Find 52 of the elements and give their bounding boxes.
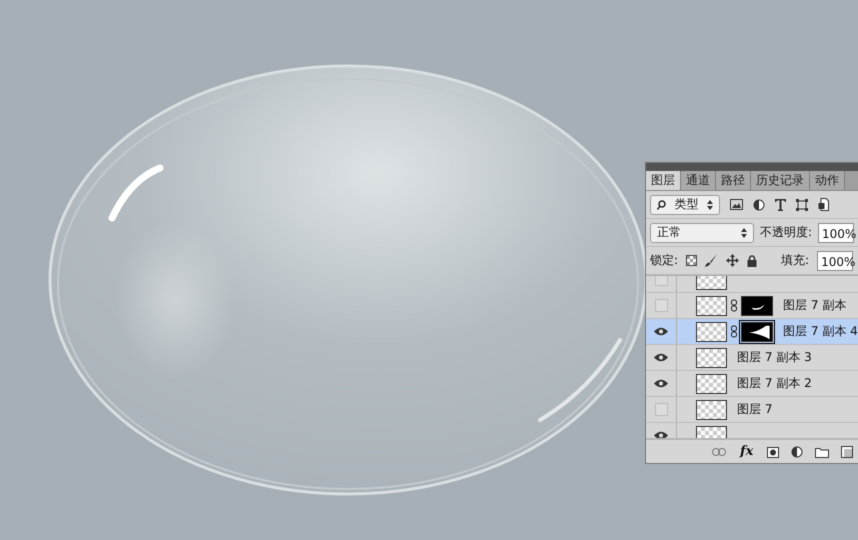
layer-thumbnail [696,400,727,420]
fill-field[interactable]: 100% [817,250,854,270]
smart-object-filter-icon[interactable] [818,198,829,211]
layer-row[interactable]: 图层 7 [646,397,858,423]
panel-tab[interactable]: 通道 [681,171,716,190]
chain-link-icon[interactable] [730,299,738,312]
lock-label: 锁定: [650,252,678,269]
image-filter-icon[interactable] [730,199,743,210]
eye-icon[interactable] [654,379,668,388]
fill-label: 填充: [781,252,810,269]
link-icon[interactable] [712,448,726,456]
brush-icon[interactable] [705,254,718,267]
layer-name: 图层 7 副本 2 [737,375,812,392]
new-layer-icon[interactable] [841,446,854,458]
lock-transparency-icon[interactable] [686,255,698,266]
up-down-caret-icon [707,200,713,210]
layer-thumbnail [696,296,727,316]
adjustment-layer-icon[interactable] [791,446,804,458]
layer-name: 图层 7 [737,401,772,418]
layer-thumbnail [696,374,727,394]
eye-icon[interactable] [654,353,668,362]
layer-name: 图层 7 副本 4 [783,323,858,340]
panel-tab[interactable]: 路径 [716,171,751,190]
filter-dropdown[interactable]: 类型 [650,194,720,214]
layer-row[interactable]: 图层 7 副本 2 [646,371,858,397]
layer-row[interactable]: 图层 7 副本 [646,293,858,319]
type-filter-icon[interactable] [775,198,786,210]
layer-name: 图层 7 副本 [783,297,846,314]
search-icon [657,200,666,210]
panel-tab[interactable]: 图层 [646,171,681,190]
lock-icon[interactable] [747,254,758,266]
layer-style-button[interactable]: fx [738,443,756,461]
eye-icon[interactable] [654,327,668,336]
shape-filter-icon[interactable] [796,198,808,210]
layer-thumbnail [696,348,727,368]
layer-name: 图层 7 副本 3 [737,349,812,366]
layer-mask-thumbnail [741,296,773,316]
panel-tab[interactable]: 动作 [810,171,845,190]
folder-icon[interactable] [815,446,830,458]
layer-mask-thumbnail [741,322,773,342]
adjustment-filter-icon[interactable] [753,198,765,210]
opacity-label: 不透明度: [760,224,812,241]
layer-row[interactable]: 图层 7 副本 4 [646,319,858,345]
opacity-field[interactable]: 100% [818,222,854,242]
layer-thumbnail [696,322,727,342]
up-down-caret-icon [740,228,747,238]
move-icon[interactable] [726,254,740,267]
layer-row[interactable]: 图层 7 副本 3 [646,345,858,371]
mask-icon[interactable] [767,446,780,458]
panel-tab[interactable]: 历史记录 [751,171,810,190]
chain-link-icon[interactable] [730,325,738,338]
blend-mode-dropdown[interactable]: 正常 [650,222,754,242]
